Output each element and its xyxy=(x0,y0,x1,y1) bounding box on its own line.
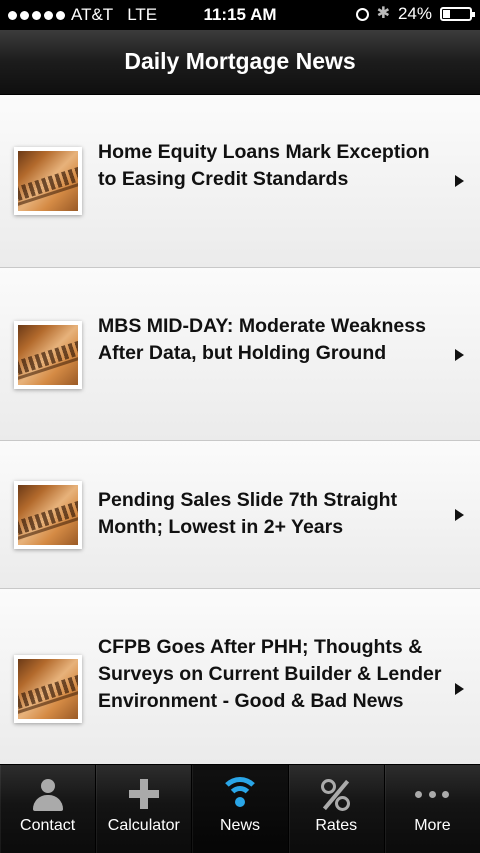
article-title: Pending Sales Slide 7th Straight Month; … xyxy=(98,489,398,538)
news-item[interactable]: MBS MID-DAY: Moderate Weakness After Dat… xyxy=(0,268,480,441)
article-thumbnail xyxy=(14,147,82,215)
article-title: CFPB Goes After PHH; Thoughts & Surveys … xyxy=(98,636,442,712)
tab-rates[interactable]: Rates xyxy=(289,765,385,853)
news-item[interactable]: Home Equity Loans Mark Exception to Easi… xyxy=(0,95,480,268)
article-title: Home Equity Loans Mark Exception to Easi… xyxy=(98,141,430,190)
tab-label: Contact xyxy=(20,817,76,834)
wifi-icon xyxy=(219,777,261,807)
more-icon xyxy=(415,791,450,799)
tab-label: More xyxy=(414,817,451,834)
article-title: MBS MID-DAY: Moderate Weakness After Dat… xyxy=(98,315,426,364)
tab-label: News xyxy=(220,817,261,834)
tab-label: Rates xyxy=(315,817,358,834)
article-thumbnail xyxy=(14,481,82,549)
chevron-right-icon xyxy=(455,349,464,361)
tab-label: Calculator xyxy=(107,817,180,834)
article-thumbnail xyxy=(14,321,82,389)
percent-icon xyxy=(321,779,351,811)
chevron-right-icon xyxy=(455,683,464,695)
tab-news[interactable]: News xyxy=(192,765,289,853)
battery-percent: 24% xyxy=(397,4,432,23)
tab-calculator[interactable]: Calculator xyxy=(96,765,193,853)
tab-contact[interactable]: Contact xyxy=(0,765,97,853)
tab-bar: Contact Calculator News Rates More xyxy=(0,764,480,853)
tab-more[interactable]: More xyxy=(385,765,480,853)
status-bar: AT&T LTE 11:15 AM ✱ 24% xyxy=(0,0,480,30)
battery-icon xyxy=(440,7,475,21)
news-list: Home Equity Loans Mark Exception to Easi… xyxy=(0,95,480,765)
chevron-right-icon xyxy=(455,175,464,187)
contact-icon xyxy=(32,779,63,811)
plus-icon xyxy=(128,779,159,809)
bluetooth-icon: ✱ xyxy=(376,5,390,22)
news-item[interactable]: Pending Sales Slide 7th Straight Month; … xyxy=(0,441,480,589)
alarm-icon xyxy=(355,7,369,21)
chevron-right-icon xyxy=(455,509,464,521)
article-thumbnail xyxy=(14,655,82,723)
navigation-bar: Daily Mortgage News xyxy=(0,30,480,95)
news-item[interactable]: CFPB Goes After PHH; Thoughts & Surveys … xyxy=(0,589,480,765)
page-title: Daily Mortgage News xyxy=(124,48,356,74)
